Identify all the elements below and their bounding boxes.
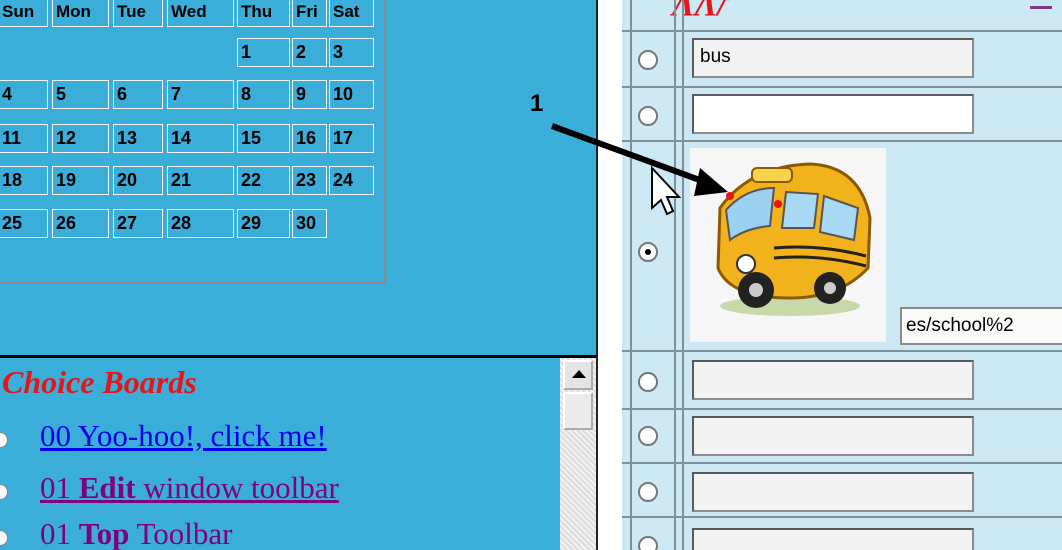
row-radio[interactable] bbox=[638, 372, 658, 392]
grid-line bbox=[682, 0, 684, 550]
symbol-text-input[interactable] bbox=[692, 528, 974, 550]
cal-day[interactable]: 7 bbox=[167, 80, 234, 109]
cal-day[interactable]: 27 bbox=[113, 209, 163, 238]
row-radio[interactable] bbox=[638, 426, 658, 446]
cal-day[interactable]: 17 bbox=[329, 124, 374, 153]
cal-header-thu: Thu bbox=[237, 0, 290, 27]
grid-line bbox=[622, 516, 1062, 518]
cal-day[interactable]: 12 bbox=[52, 124, 109, 153]
cal-header-sun: Sun bbox=[0, 0, 48, 27]
bullet-icon bbox=[0, 484, 8, 500]
grid-line bbox=[674, 0, 676, 550]
symbol-table-pane: ΛΛ/ bus es/school%2 bbox=[622, 0, 1062, 550]
cal-day[interactable]: 19 bbox=[52, 166, 109, 195]
cal-header-wed: Wed bbox=[167, 0, 234, 27]
cal-day[interactable]: 22 bbox=[237, 166, 290, 195]
callout-number: 1 bbox=[530, 90, 544, 117]
grid-line bbox=[622, 30, 1062, 32]
symbol-text-input[interactable] bbox=[692, 94, 974, 134]
cal-day[interactable]: 21 bbox=[167, 166, 234, 195]
cal-day[interactable]: 14 bbox=[167, 124, 234, 153]
school-bus-icon bbox=[716, 162, 872, 316]
title-dash bbox=[1030, 6, 1052, 9]
cal-day[interactable]: 8 bbox=[237, 80, 290, 109]
cal-day[interactable]: 24 bbox=[329, 166, 374, 195]
cal-day[interactable]: 30 bbox=[292, 209, 327, 238]
image-url-input[interactable]: es/school%2 bbox=[900, 307, 1062, 345]
row-radio[interactable] bbox=[638, 106, 658, 126]
cal-day[interactable]: 6 bbox=[113, 80, 163, 109]
row-radio-selected[interactable] bbox=[638, 242, 658, 262]
choice-link-yoo-hoo[interactable]: 00 Yoo-hoo!, click me! bbox=[40, 418, 327, 454]
cal-day[interactable]: 23 bbox=[292, 166, 327, 195]
row-radio[interactable] bbox=[638, 50, 658, 70]
cal-day[interactable]: 3 bbox=[329, 38, 374, 67]
calendar-pane: Sun Mon Tue Wed Thu Fri Sat 1 2 3 4 5 6 … bbox=[0, 0, 596, 355]
calendar-frame: Sun Mon Tue Wed Thu Fri Sat 1 2 3 4 5 6 … bbox=[0, 0, 386, 284]
symbol-text-input[interactable] bbox=[692, 360, 974, 400]
bullet-icon bbox=[0, 530, 8, 546]
cal-day[interactable]: 4 bbox=[0, 80, 48, 109]
cal-day[interactable]: 15 bbox=[237, 124, 290, 153]
grid-line bbox=[622, 408, 1062, 410]
scroll-thumb[interactable] bbox=[563, 392, 593, 430]
title-fragment: ΛΛ/ bbox=[672, 0, 727, 23]
cal-day[interactable]: 20 bbox=[113, 166, 163, 195]
choice-boards-pane: Choice Boards 00 Yoo-hoo!, click me! 01 … bbox=[0, 358, 560, 550]
arrow-up-icon bbox=[572, 370, 586, 378]
cal-day[interactable]: 16 bbox=[292, 124, 327, 153]
choice-boards-title: Choice Boards bbox=[2, 364, 197, 400]
cal-day[interactable]: 29 bbox=[237, 209, 290, 238]
symbol-text-input[interactable]: bus bbox=[692, 38, 974, 78]
vertical-scrollbar[interactable] bbox=[560, 358, 596, 550]
cal-day[interactable]: 2 bbox=[292, 38, 327, 67]
symbol-text-input[interactable] bbox=[692, 416, 974, 456]
choice-link-top-toolbar[interactable]: 01 Top Toolbar bbox=[40, 516, 233, 550]
cal-header-fri: Fri bbox=[292, 0, 327, 27]
grid-line bbox=[630, 0, 632, 550]
cal-day[interactable]: 18 bbox=[0, 166, 48, 195]
cal-day[interactable]: 13 bbox=[113, 124, 163, 153]
bullet-icon bbox=[0, 432, 8, 448]
cal-day[interactable]: 26 bbox=[52, 209, 109, 238]
grid-line bbox=[622, 350, 1062, 352]
row-radio[interactable] bbox=[638, 536, 658, 550]
cal-day[interactable]: 11 bbox=[0, 124, 48, 153]
scroll-up-button[interactable] bbox=[563, 360, 593, 390]
cal-day[interactable]: 10 bbox=[329, 80, 374, 109]
school-bus-image[interactable] bbox=[690, 148, 886, 342]
cal-day[interactable]: 25 bbox=[0, 209, 48, 238]
cal-header-mon: Mon bbox=[52, 0, 109, 27]
frame-divider[interactable] bbox=[596, 0, 622, 550]
cal-header-tue: Tue bbox=[113, 0, 163, 27]
cal-day[interactable]: 5 bbox=[52, 80, 109, 109]
choice-link-edit-toolbar[interactable]: 01 Edit window toolbar bbox=[40, 470, 339, 506]
cal-day[interactable]: 9 bbox=[292, 80, 327, 109]
grid-line bbox=[622, 86, 1062, 88]
symbol-text-input[interactable] bbox=[692, 472, 974, 512]
cal-day[interactable]: 28 bbox=[167, 209, 234, 238]
cal-header-sat: Sat bbox=[329, 0, 374, 27]
grid-line bbox=[622, 140, 1062, 142]
row-radio[interactable] bbox=[638, 482, 658, 502]
cal-day[interactable]: 1 bbox=[237, 38, 290, 67]
grid-line bbox=[622, 462, 1062, 464]
